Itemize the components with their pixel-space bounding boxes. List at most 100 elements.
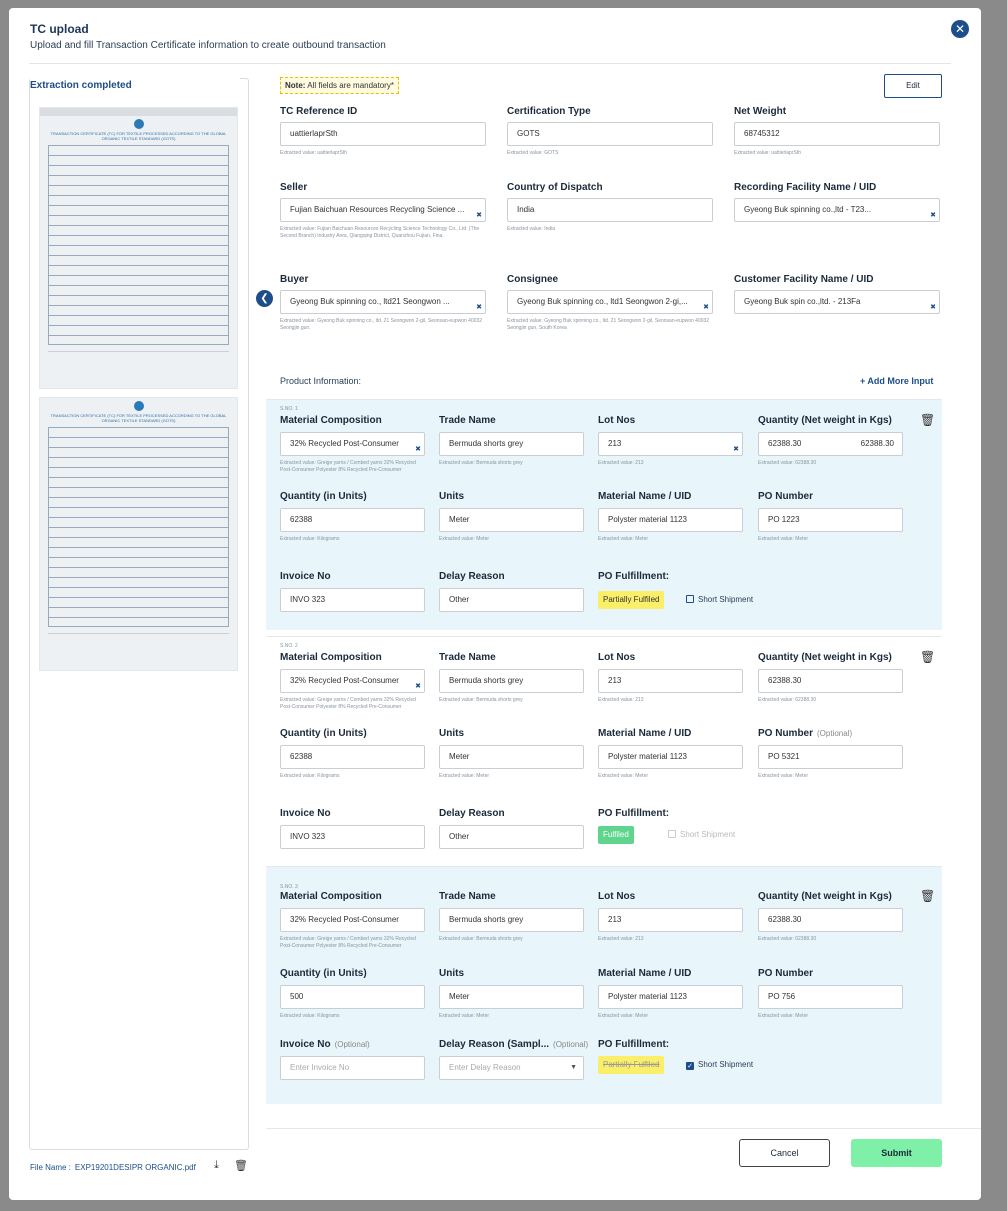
- qty-units-extracted: Extracted value: Kilograms: [280, 773, 340, 779]
- short-shipment-checkbox: Short Shipment: [668, 830, 735, 839]
- qty-kg-label: Quantity (Net weight in Kgs): [758, 891, 892, 902]
- lot-nos-extracted: Extracted value: 213: [598, 460, 644, 466]
- clear-icon[interactable]: ✖: [476, 212, 482, 220]
- trade-name-value: Bermuda shorts grey: [449, 439, 524, 448]
- short-shipment-checkbox[interactable]: ✓ Short Shipment: [686, 1060, 753, 1070]
- country-value: India: [517, 205, 535, 214]
- material-name-input[interactable]: Polyster material 1123: [598, 745, 743, 769]
- units-label: Units: [439, 968, 464, 979]
- po-number-input[interactable]: PO 5321: [758, 745, 903, 769]
- units-input[interactable]: Meter: [439, 745, 584, 769]
- invoice-value: INVO 323: [290, 595, 326, 604]
- delay-reason-label: Delay Reason: [439, 808, 505, 819]
- delay-reason-placeholder: Enter Delay Reason: [449, 1063, 521, 1072]
- short-shipment-label: Short Shipment: [680, 830, 736, 839]
- seller-input[interactable]: Fujian Baichuan Resources Recycling Scie…: [280, 198, 486, 222]
- clear-icon[interactable]: ✖: [930, 304, 936, 312]
- trade-name-input[interactable]: Bermuda shorts grey: [439, 908, 584, 932]
- qty-units-input[interactable]: 62388: [280, 508, 425, 532]
- units-input[interactable]: Meter: [439, 985, 584, 1009]
- invoice-label: Invoice No (Optional): [280, 1039, 370, 1050]
- invoice-input[interactable]: Enter Invoice No: [280, 1056, 425, 1080]
- material-name-value: Polyster material 1123: [608, 992, 687, 1001]
- material-extracted: Extracted value: Greige yarns / Combed y…: [280, 936, 416, 949]
- qty-units-extracted: Extracted value: Kilograms: [280, 1013, 340, 1019]
- clear-icon[interactable]: ✖: [930, 212, 936, 220]
- download-icon[interactable]: ⤓: [214, 1159, 219, 1172]
- fulfillment-badge[interactable]: Partially Fulfiled: [598, 591, 665, 609]
- units-input[interactable]: Meter: [439, 508, 584, 532]
- material-input[interactable]: 32% Recycled Post-Consumer ✖: [280, 669, 425, 693]
- material-name-input[interactable]: Polyster material 1123: [598, 985, 743, 1009]
- product-section-1: S.NO. 1 🗑 Material Composition 32% Recyc…: [266, 399, 942, 630]
- po-number-input[interactable]: PO 756: [758, 985, 903, 1009]
- clear-icon[interactable]: ✖: [476, 304, 482, 312]
- material-extracted: Extracted value: Greige yarns / Combed y…: [280, 460, 416, 473]
- chevron-left-icon[interactable]: ❮: [256, 290, 273, 307]
- customer-facility-input[interactable]: Gyeong Buk spin co.,ltd. - 213Fa ✖: [734, 290, 940, 314]
- recording-facility-input[interactable]: Gyeong Buk spinning co.,ltd - T23... ✖: [734, 198, 940, 222]
- clear-icon[interactable]: ✖: [415, 446, 421, 454]
- trash-icon[interactable]: 🗑: [920, 413, 935, 427]
- lot-nos-input[interactable]: 213 ✖: [598, 432, 743, 456]
- document-table: [48, 427, 229, 627]
- cert-type-label: Certification Type: [507, 106, 591, 117]
- cert-type-input[interactable]: GOTS: [507, 122, 713, 146]
- trash-icon[interactable]: 🗑: [920, 650, 935, 664]
- short-shipment-checkbox[interactable]: Short Shipment: [686, 595, 753, 604]
- qty-kg-input[interactable]: 62388.30: [758, 669, 903, 693]
- fulfillment-badge[interactable]: Partially Fulfiled: [598, 1056, 665, 1074]
- trash-icon[interactable]: 🗑: [920, 889, 935, 903]
- qty-kg-input[interactable]: 62388.30: [758, 908, 903, 932]
- material-name-input[interactable]: Polyster material 1123: [598, 508, 743, 532]
- trade-name-input[interactable]: Bermuda shorts grey: [439, 432, 584, 456]
- trade-name-extracted: Extracted value: Bermuda shorts grey: [439, 460, 523, 466]
- buyer-extracted: Extracted value: Gyeong Buk spinning co.…: [280, 318, 483, 331]
- country-input[interactable]: India: [507, 198, 713, 222]
- invoice-label-text: Invoice No: [280, 1039, 331, 1050]
- qty-units-input[interactable]: 500: [280, 985, 425, 1009]
- document-title: TRANSACTION CERTIFICATE (TC) FOR TEXTILE…: [50, 413, 227, 423]
- net-weight-input[interactable]: 68745312: [734, 122, 940, 146]
- document-page-1[interactable]: TRANSACTION CERTIFICATE (TC) FOR TEXTILE…: [39, 107, 238, 389]
- clear-icon[interactable]: ✖: [733, 446, 739, 454]
- submit-button[interactable]: Submit: [851, 1139, 942, 1167]
- material-name-extracted: Extracted value: Meter: [598, 773, 649, 779]
- trash-icon[interactable]: 🗑: [234, 1159, 248, 1172]
- cancel-button[interactable]: Cancel: [739, 1139, 830, 1167]
- tc-ref-input[interactable]: uattierlaprSth: [280, 122, 486, 146]
- consignee-input[interactable]: Gyeong Buk spinning co., ltd1 Seongwon 2…: [507, 290, 713, 314]
- invoice-label: Invoice No: [280, 808, 331, 819]
- trade-name-label: Trade Name: [439, 891, 496, 902]
- clear-icon[interactable]: ✖: [703, 304, 709, 312]
- delay-reason-input[interactable]: Other: [439, 825, 584, 849]
- qty-kg-extracted: Extracted value: 62388.30: [758, 697, 817, 703]
- checkbox-box[interactable]: [686, 595, 694, 603]
- document-page-2[interactable]: TRANSACTION CERTIFICATE (TC) FOR TEXTILE…: [39, 397, 238, 671]
- checkbox-checked-icon[interactable]: ✓: [686, 1062, 694, 1070]
- lot-nos-input[interactable]: 213: [598, 908, 743, 932]
- material-name-value: Polyster material 1123: [608, 752, 687, 761]
- material-input[interactable]: 32% Recycled Post-Consumer ✖: [280, 432, 425, 456]
- material-name-label: Material Name / UID: [598, 968, 692, 979]
- buyer-input[interactable]: Gyeong Buk spinning co., ltd21 Seongwon …: [280, 290, 486, 314]
- clear-icon[interactable]: ✖: [415, 683, 421, 691]
- trade-name-input[interactable]: Bermuda shorts grey: [439, 669, 584, 693]
- delay-reason-input[interactable]: Other: [439, 588, 584, 612]
- document-table: [48, 145, 229, 345]
- document-preview-panel: TRANSACTION CERTIFICATE (TC) FOR TEXTILE…: [29, 78, 249, 1150]
- fulfillment-badge[interactable]: Fulfiled: [598, 826, 634, 844]
- qty-units-value: 62388: [290, 515, 313, 524]
- invoice-input[interactable]: INVO 323: [280, 825, 425, 849]
- material-input[interactable]: 32% Recycled Post-Consumer: [280, 908, 425, 932]
- lot-nos-input[interactable]: 213: [598, 669, 743, 693]
- edit-button[interactable]: Edit: [884, 74, 942, 98]
- qty-units-input[interactable]: 62388: [280, 745, 425, 769]
- delay-reason-select[interactable]: Enter Delay Reason ▼: [439, 1056, 584, 1080]
- po-number-input[interactable]: PO 1223: [758, 508, 903, 532]
- add-more-input-button[interactable]: + Add More Input: [860, 376, 933, 386]
- qty-kg-input[interactable]: 62388.30 62388.30: [758, 432, 903, 456]
- material-label: Material Composition: [280, 415, 382, 426]
- close-icon[interactable]: ✕: [951, 20, 969, 38]
- invoice-input[interactable]: INVO 323: [280, 588, 425, 612]
